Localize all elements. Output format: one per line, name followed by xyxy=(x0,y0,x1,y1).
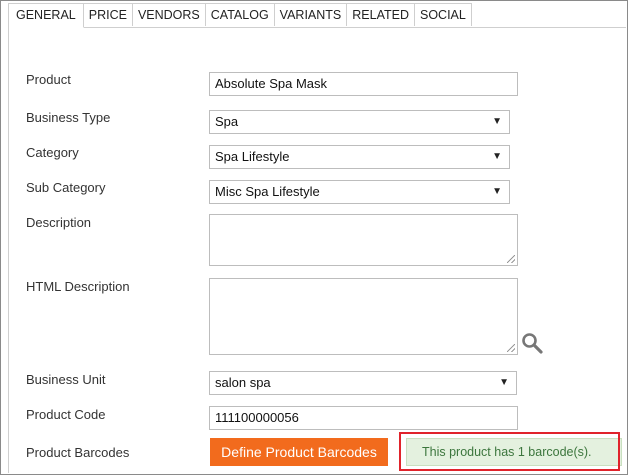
resize-handle-icon[interactable] xyxy=(507,255,515,263)
category-select[interactable]: Spa Lifestyle ▼ xyxy=(209,145,510,169)
html-description-textarea[interactable] xyxy=(209,278,518,355)
define-product-barcodes-button[interactable]: Define Product Barcodes xyxy=(210,438,388,466)
resize-handle-icon[interactable] xyxy=(507,344,515,352)
product-label: Product xyxy=(26,72,71,87)
tab-vendors[interactable]: VENDORS xyxy=(131,3,206,26)
html-description-label: HTML Description xyxy=(26,279,130,294)
product-code-input[interactable]: 111100000056 xyxy=(209,406,518,430)
tab-catalog[interactable]: CATALOG xyxy=(204,3,275,26)
chevron-down-icon: ▼ xyxy=(492,116,502,127)
tab-general[interactable]: GENERAL xyxy=(8,3,84,28)
chevron-down-icon: ▼ xyxy=(492,186,502,197)
product-barcodes-label: Product Barcodes xyxy=(26,445,130,460)
business-unit-value: salon spa xyxy=(215,375,271,390)
sub-category-label: Sub Category xyxy=(26,180,106,195)
tab-price[interactable]: PRICE xyxy=(82,3,133,26)
tab-social[interactable]: SOCIAL xyxy=(414,3,472,26)
tab-variants[interactable]: VARIANTS xyxy=(273,3,348,26)
category-label: Category xyxy=(26,145,79,160)
business-unit-select[interactable]: salon spa ▼ xyxy=(209,371,517,395)
category-value: Spa Lifestyle xyxy=(215,149,290,164)
chevron-down-icon: ▼ xyxy=(492,151,502,162)
product-code-label: Product Code xyxy=(26,407,106,422)
business-type-select[interactable]: Spa ▼ xyxy=(209,110,510,134)
business-type-label: Business Type xyxy=(26,110,111,125)
business-unit-label: Business Unit xyxy=(26,372,106,387)
tab-bar: GENERAL PRICE VENDORS CATALOG VARIANTS R… xyxy=(8,3,626,28)
highlight-box xyxy=(399,432,620,471)
product-name-input[interactable]: Absolute Spa Mask xyxy=(209,72,518,96)
description-label: Description xyxy=(26,215,92,230)
sub-category-value: Misc Spa Lifestyle xyxy=(215,184,320,199)
business-type-value: Spa xyxy=(215,114,239,129)
tab-related[interactable]: RELATED xyxy=(346,3,415,26)
search-icon[interactable] xyxy=(521,332,543,354)
sub-category-select[interactable]: Misc Spa Lifestyle ▼ xyxy=(209,180,510,204)
chevron-down-icon: ▼ xyxy=(499,377,509,388)
description-textarea[interactable] xyxy=(209,214,518,266)
